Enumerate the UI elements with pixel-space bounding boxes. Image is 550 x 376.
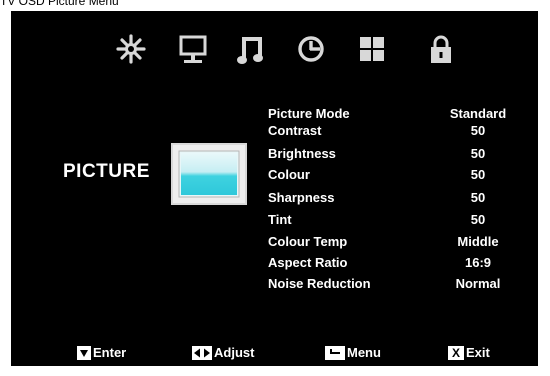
menu-row-aspect-ratio[interactable]: Aspect Ratio 16:9 xyxy=(268,255,518,273)
down-arrow-icon xyxy=(77,345,91,360)
menu-row-picture-mode[interactable]: Picture Mode Standard xyxy=(268,106,518,124)
menu-value: Middle xyxy=(457,234,499,249)
music-note-icon[interactable] xyxy=(231,29,271,69)
menu-value: 50 xyxy=(470,146,486,161)
footer-enter-label: Enter xyxy=(93,345,127,360)
footer-adjust[interactable]: Adjust xyxy=(192,345,254,363)
footer-exit[interactable]: X Exit xyxy=(448,345,490,363)
menu-row-noise-reduction[interactable]: Noise Reduction Normal xyxy=(268,276,518,294)
monitor-icon[interactable] xyxy=(173,29,213,69)
lock-icon[interactable] xyxy=(421,29,461,69)
left-right-arrow-icon xyxy=(192,345,212,360)
menu-value: 50 xyxy=(470,123,486,138)
osd-screen: PICTURE Picture Mode Standard Contrast 5… xyxy=(11,11,538,366)
menu-label: Colour xyxy=(268,167,310,182)
menu-label: Noise Reduction xyxy=(268,276,371,291)
menu-value: 16:9 xyxy=(464,255,492,270)
grid-icon[interactable] xyxy=(352,29,392,69)
menu-row-colour[interactable]: Colour 50 xyxy=(268,167,518,185)
menu-row-brightness[interactable]: Brightness 50 xyxy=(268,146,518,164)
menu-value: 50 xyxy=(470,212,486,227)
picture-tv-icon xyxy=(171,143,247,205)
menu-row-tint[interactable]: Tint 50 xyxy=(268,212,518,230)
menu-value: 50 xyxy=(470,167,486,182)
footer-adjust-label: Adjust xyxy=(214,345,255,360)
footer-enter[interactable]: Enter xyxy=(77,345,126,363)
menu-return-icon xyxy=(325,345,345,360)
menu-label: Aspect Ratio xyxy=(268,255,348,270)
menu-label: Contrast xyxy=(268,123,322,138)
menu-label: Brightness xyxy=(268,146,336,161)
menu-value: 50 xyxy=(470,190,486,205)
menu-label: Sharpness xyxy=(268,190,335,205)
menu-row-contrast[interactable]: Contrast 50 xyxy=(268,123,518,141)
category-icon-bar xyxy=(11,29,538,69)
footer-menu-label: Menu xyxy=(347,345,381,360)
menu-value: Normal xyxy=(455,276,501,291)
footer-exit-label: Exit xyxy=(466,345,490,360)
menu-label: Picture Mode xyxy=(268,106,350,121)
menu-row-colour-temp[interactable]: Colour Temp Middle xyxy=(268,234,518,252)
brightness-sun-icon[interactable] xyxy=(111,29,151,69)
menu-value: Standard xyxy=(449,106,507,121)
exit-key-icon: X xyxy=(448,345,464,360)
menu-row-sharpness[interactable]: Sharpness 50 xyxy=(268,190,518,208)
clock-icon[interactable] xyxy=(291,29,331,69)
caption-text: TV OSD Picture Menu xyxy=(0,0,119,8)
menu-label: Tint xyxy=(268,212,292,227)
menu-label: Colour Temp xyxy=(268,234,348,249)
section-title: PICTURE xyxy=(63,161,150,182)
footer-menu[interactable]: Menu xyxy=(325,345,381,363)
